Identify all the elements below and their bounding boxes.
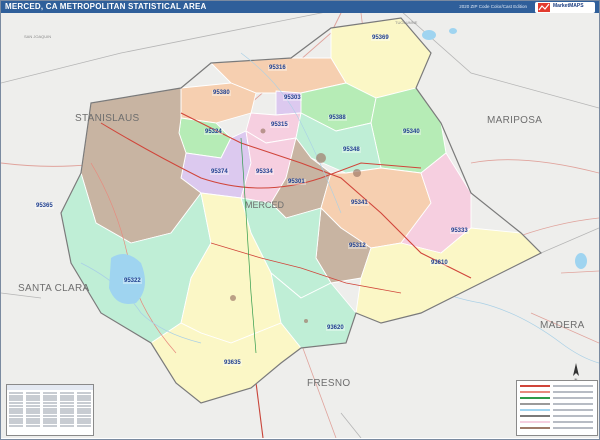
zip-label: 95365 bbox=[35, 203, 54, 209]
legend-boundary-swatch bbox=[520, 415, 550, 417]
legend-road-swatch bbox=[520, 403, 550, 405]
legend-highway-swatch bbox=[520, 391, 550, 393]
county-label-tuolumne: TUOLUMNE bbox=[395, 20, 418, 25]
zip-label: 95315 bbox=[270, 122, 289, 128]
legend-state-route-swatch bbox=[520, 397, 550, 399]
zip-label: 95333 bbox=[450, 228, 469, 234]
zip-label: 95312 bbox=[348, 243, 367, 249]
zip-index-table bbox=[6, 384, 94, 436]
map-title: MERCED, CA METROPOLITAN STATISTICAL AREA bbox=[5, 2, 207, 11]
zip-label: 95322 bbox=[123, 278, 142, 284]
county-label-madera: MADERA bbox=[540, 320, 585, 331]
publisher-logo: MarketMAPS bbox=[535, 2, 595, 13]
legend-town-swatch bbox=[520, 427, 550, 429]
zip-label: 95316 bbox=[268, 65, 287, 71]
zip-label: 93635 bbox=[223, 360, 242, 366]
map-canvas bbox=[1, 13, 599, 438]
zip-label: 95301 bbox=[287, 179, 306, 185]
zip-label: 93610 bbox=[430, 260, 449, 266]
zip-label: 95341 bbox=[350, 200, 369, 206]
zip-label: 95340 bbox=[402, 129, 421, 135]
north-arrow-icon: N bbox=[573, 363, 579, 382]
legend-zip-swatch bbox=[520, 421, 550, 423]
zip-label: 95374 bbox=[210, 169, 229, 175]
legend-river-swatch bbox=[520, 409, 550, 411]
county-label-merced: MERCED bbox=[245, 200, 285, 210]
legend-interstate-swatch bbox=[520, 385, 550, 387]
county-label-fresno: FRESNO bbox=[307, 378, 351, 389]
zip-label: 95348 bbox=[342, 147, 361, 153]
zip-label: 95388 bbox=[328, 115, 347, 121]
zip-label: 95324 bbox=[204, 129, 223, 135]
title-bar: MERCED, CA METROPOLITAN STATISTICAL AREA… bbox=[1, 1, 599, 13]
zip-label: 95380 bbox=[212, 90, 231, 96]
edition-label: 2020 ZIP Code Color/Cast Edition bbox=[459, 4, 527, 9]
map-legend bbox=[516, 380, 598, 436]
logo-map-icon bbox=[538, 3, 550, 12]
logo-text: MarketMAPS bbox=[553, 3, 584, 9]
zip-label: 93620 bbox=[326, 325, 345, 331]
zip-label: 95303 bbox=[283, 95, 302, 101]
county-label-san-joaquin: SAN JOAQUIN bbox=[24, 34, 52, 39]
zip-index-body bbox=[7, 390, 93, 429]
county-label-stanislaus: STANISLAUS bbox=[75, 113, 140, 124]
zip-label: 95369 bbox=[371, 35, 390, 41]
county-label-santa-clara: SANTA CLARA bbox=[18, 283, 90, 294]
zip-label: 95334 bbox=[255, 169, 274, 175]
county-label-mariposa: MARIPOSA bbox=[487, 115, 543, 126]
